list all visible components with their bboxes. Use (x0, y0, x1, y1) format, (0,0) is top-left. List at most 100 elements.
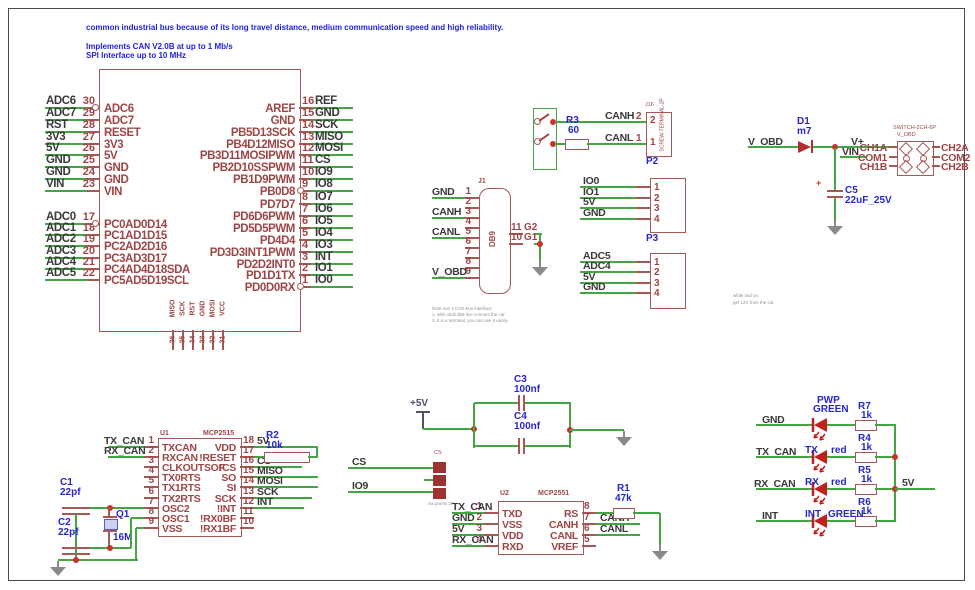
net-label: MOSI (257, 476, 283, 487)
pin-number: 7 (584, 513, 590, 523)
wire (555, 143, 565, 145)
capacitor-plate (62, 547, 90, 549)
pin-line (87, 279, 99, 281)
pin-name: 5V (104, 151, 117, 163)
net-label: RST (46, 120, 68, 132)
net-label: RX_CAN (104, 446, 145, 457)
pin-number: 24 (68, 167, 95, 178)
wire (316, 447, 318, 457)
net-label: GND (452, 513, 474, 524)
wire (135, 528, 137, 560)
net-label: GND (583, 208, 605, 219)
pad-label: CS (434, 451, 442, 457)
ground-icon (532, 267, 548, 276)
value-label: 100nf (514, 385, 540, 395)
pin-number: 14 (302, 120, 314, 131)
wire (659, 513, 661, 545)
net-label: ADC2 (46, 234, 76, 246)
wire (596, 512, 613, 514)
pin-number: 4 (654, 289, 660, 299)
wire (756, 520, 813, 522)
value-label: 22pf (58, 528, 79, 538)
value-label: 10k (266, 441, 283, 451)
net-label: 5V (583, 197, 595, 208)
part-label: MCP2515 (203, 430, 234, 437)
solder-pad (433, 488, 446, 499)
pin-number: 23 (68, 179, 95, 190)
diode-icon (798, 141, 811, 153)
net-label: V_OBD (432, 267, 467, 278)
pin-line (509, 243, 523, 245)
wire (756, 424, 813, 426)
resistor-body (855, 420, 877, 431)
pin-number: 10 (302, 167, 314, 178)
pin-number: 32 (210, 330, 217, 350)
wire (748, 146, 798, 148)
switch-contact-icon (903, 155, 910, 162)
net-label: IO5 (315, 216, 332, 228)
pin-line (636, 186, 650, 188)
net-label: GND (315, 108, 339, 120)
pin-name: MOSI (210, 289, 217, 329)
db9-label: DB9 (489, 224, 497, 254)
pin-line (240, 527, 254, 529)
solder-pad (433, 462, 446, 473)
pin-name: CH1B (853, 162, 887, 173)
ref-label: U2 (500, 490, 509, 497)
pin-line (636, 292, 650, 294)
package-label: SWITCH-2CH-6P (893, 126, 936, 132)
value-label: 1k (861, 411, 872, 421)
pin-name: RST (190, 289, 197, 329)
net-label: IO0 (583, 176, 599, 187)
inversion-circle-icon (92, 220, 99, 227)
crystal-plate (103, 516, 117, 518)
pin-line (932, 146, 940, 148)
net-label: VIN (46, 179, 64, 191)
pin-number: 11 (302, 155, 314, 166)
package-label: SCREW-TERMINAL-2P (661, 108, 666, 152)
junction-dot (73, 557, 79, 563)
pin-name: PD1D1TX (148, 271, 295, 283)
pin-name: SCK (180, 289, 187, 329)
pin-number: 12 (302, 143, 314, 154)
pin-name: CANL (508, 531, 578, 542)
pin-number: 10 (511, 233, 522, 243)
obd-note: while osd on. (733, 294, 759, 299)
ref-label: U1 (160, 430, 169, 437)
value-label: 22pf (60, 488, 81, 498)
led-color-label: GREEN (828, 510, 864, 520)
resistor-body (264, 452, 310, 463)
pin-number: 1 (636, 134, 642, 144)
ground-icon (616, 437, 632, 446)
net-label: INT (257, 497, 273, 508)
pin-number: 6 (302, 216, 308, 227)
net-label: CANL (432, 227, 460, 238)
pin-number: 1 (654, 183, 660, 193)
wire (827, 520, 855, 522)
value-label: 47k (615, 494, 632, 504)
net-label: MOSI (315, 143, 343, 155)
wire (827, 456, 855, 458)
pin-line (108, 508, 110, 516)
pin-line (932, 165, 940, 167)
pin-name: PD5D5PWM (148, 224, 295, 236)
pin-line (889, 156, 897, 158)
net-label: GND (583, 282, 605, 293)
net-label: IO1 (315, 263, 332, 275)
pin-name: VCC (220, 289, 227, 329)
pin-number: 4 (654, 215, 660, 225)
connector-label: P2 (646, 157, 658, 167)
resistor-body (565, 139, 589, 150)
pin-name: PB0D8 (148, 187, 295, 199)
pin-number: 5 (302, 228, 308, 239)
net-label: CANH (605, 111, 634, 122)
wire (423, 428, 475, 430)
led-color-label: red (831, 446, 847, 456)
pin-number: 8 (584, 502, 590, 512)
net-label: CANL (605, 133, 633, 144)
pad-note: via points 3P (428, 502, 454, 507)
wire (348, 467, 433, 469)
wire (136, 527, 144, 529)
led-tag: RX (805, 478, 819, 488)
pin-name: CH2B (941, 162, 968, 173)
